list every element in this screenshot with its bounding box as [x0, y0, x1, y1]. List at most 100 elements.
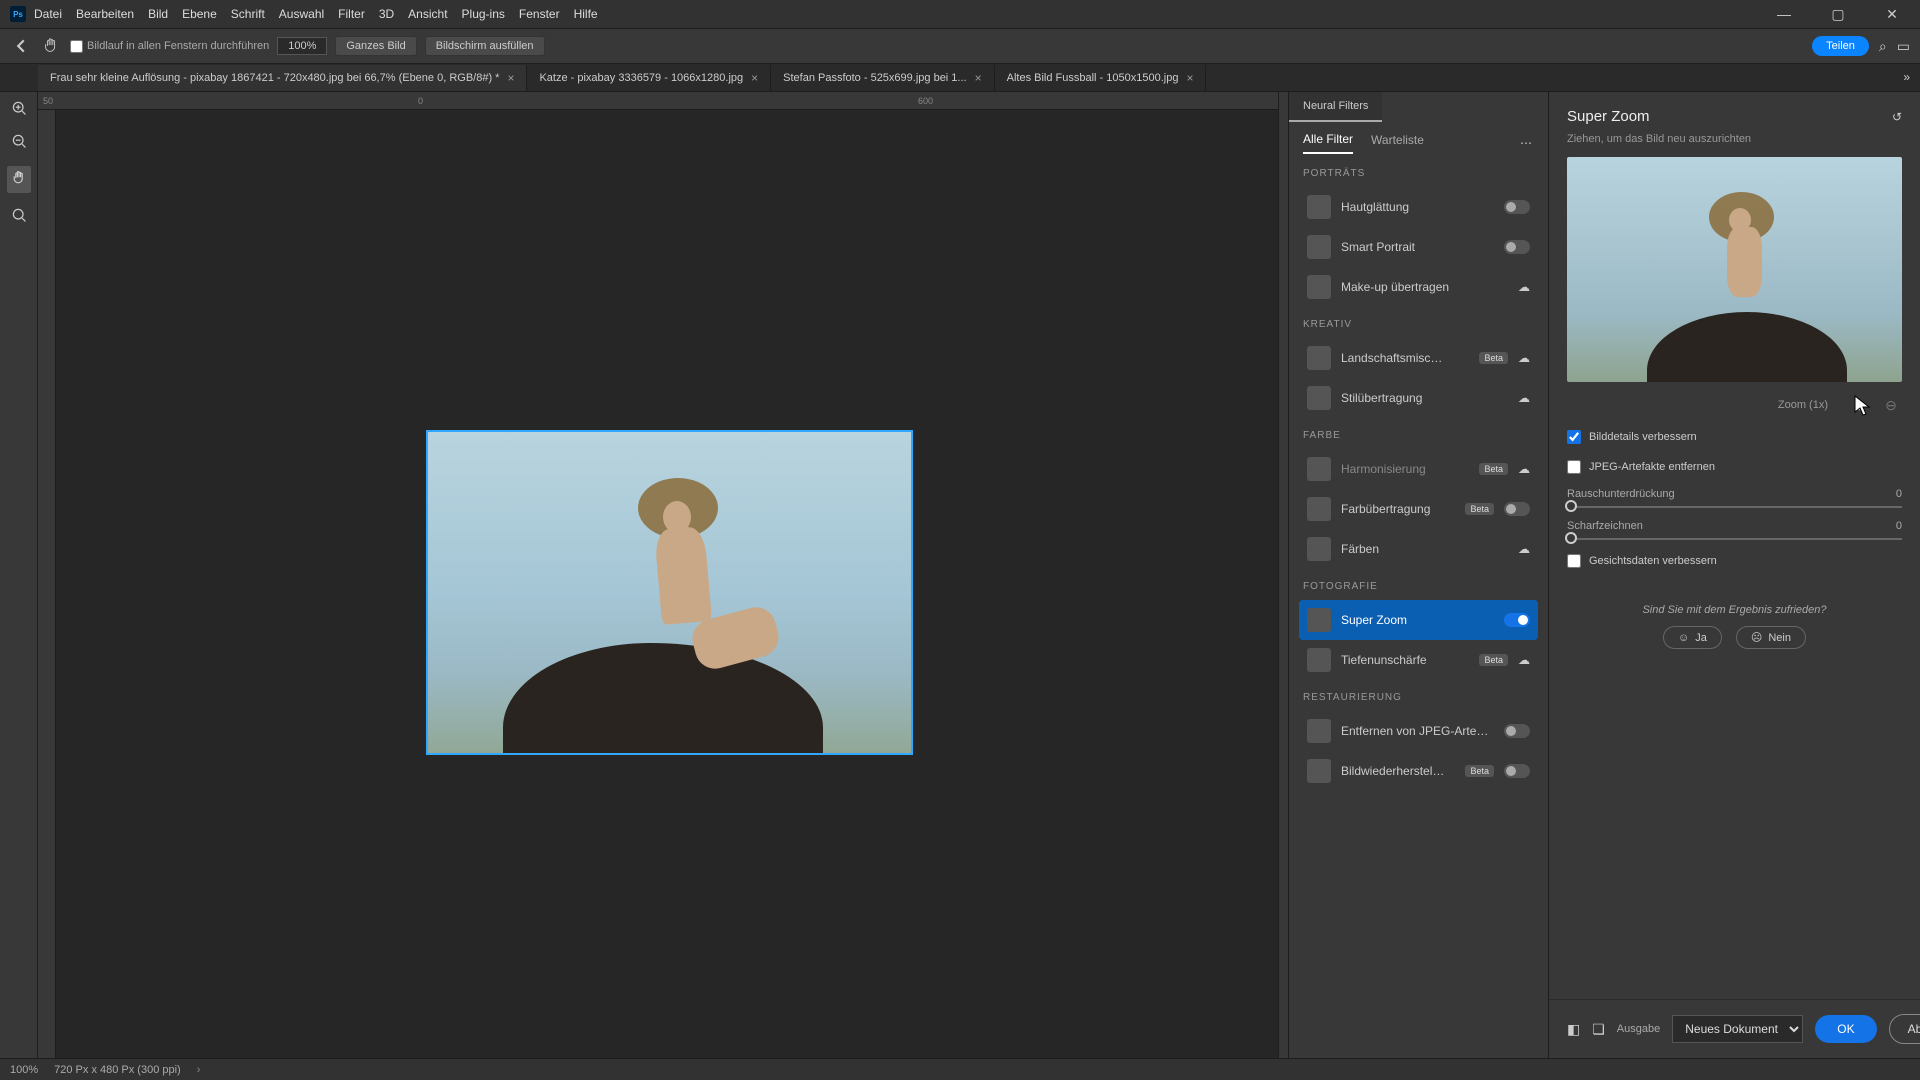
filter-style-transfer[interactable]: Stilübertragung ☁ — [1299, 378, 1538, 418]
status-menu-icon[interactable]: › — [197, 1064, 201, 1076]
tab-all-filters[interactable]: Alle Filter — [1303, 132, 1353, 154]
filter-skin-smoothing[interactable]: Hautglättung — [1299, 187, 1538, 227]
menu-datei[interactable]: Datei — [34, 7, 62, 21]
filter-label: Super Zoom — [1341, 613, 1494, 627]
filter-photo-restoration[interactable]: Bildwiederherstel…Beta — [1299, 751, 1538, 791]
menu-filter[interactable]: Filter — [338, 7, 365, 21]
menu-ansicht[interactable]: Ansicht — [408, 7, 447, 21]
feedback-no-button[interactable]: ☹Nein — [1736, 626, 1806, 649]
panel-tab-neural[interactable]: Neural Filters — [1289, 92, 1382, 122]
maximize-button[interactable]: ▢ — [1820, 6, 1856, 23]
filter-harmonization[interactable]: HarmonisierungBeta☁ — [1299, 449, 1538, 489]
home-back-button[interactable] — [10, 35, 32, 57]
enhance-face-checkbox[interactable]: Gesichtsdaten verbessern — [1549, 546, 1920, 576]
sharpen-slider[interactable]: Scharfzeichnen0 — [1549, 514, 1920, 546]
feedback-yes-button[interactable]: ☺Ja — [1663, 626, 1722, 649]
menu-auswahl[interactable]: Auswahl — [279, 7, 324, 21]
document-image[interactable] — [426, 430, 913, 755]
menu-schrift[interactable]: Schrift — [231, 7, 265, 21]
workspace-icon[interactable]: ▭ — [1897, 38, 1910, 55]
tab-waitlist[interactable]: Warteliste — [1371, 133, 1424, 153]
enhance-detail-checkbox[interactable]: Bilddetails verbessern — [1549, 422, 1920, 452]
zoom-out-button[interactable]: ⊖ — [1880, 394, 1902, 416]
filter-toggle[interactable] — [1504, 502, 1530, 516]
document-tab[interactable]: Altes Bild Fussball - 1050x1500.jpg × — [995, 65, 1207, 91]
close-tab-icon[interactable]: × — [751, 71, 758, 85]
document-tab[interactable]: Katze - pixabay 3336579 - 1066x1280.jpg× — [527, 65, 771, 91]
filter-depth-blur[interactable]: TiefenunschärfeBeta☁ — [1299, 640, 1538, 680]
close-window-button[interactable]: ✕ — [1874, 6, 1910, 23]
ok-button[interactable]: OK — [1815, 1015, 1876, 1043]
filter-toggle[interactable] — [1504, 724, 1530, 738]
cancel-button[interactable]: Abbrechen — [1889, 1014, 1920, 1044]
ruler-tick: 50 — [43, 96, 53, 106]
minimize-button[interactable]: ― — [1766, 6, 1802, 23]
filter-color-transfer[interactable]: FarbübertragungBeta — [1299, 489, 1538, 529]
tabs-overflow-icon[interactable]: » — [1903, 70, 1910, 84]
noise-reduction-slider[interactable]: Rauschunterdrückung0 — [1549, 482, 1920, 514]
menu-hilfe[interactable]: Hilfe — [574, 7, 598, 21]
slider-label: Scharfzeichnen — [1567, 520, 1643, 532]
filter-colorize[interactable]: Färben☁ — [1299, 529, 1538, 569]
menu-bild[interactable]: Bild — [148, 7, 168, 21]
compare-icon[interactable]: ◧ — [1567, 1021, 1580, 1038]
close-tab-icon[interactable]: × — [507, 71, 514, 85]
main-menu: Datei Bearbeiten Bild Ebene Schrift Ausw… — [34, 7, 598, 21]
filter-label: Stilübertragung — [1341, 391, 1508, 405]
zoom-in-button[interactable]: ⊕ — [1848, 394, 1870, 416]
zoom-preview[interactable] — [1567, 157, 1902, 382]
document-tabs: Frau sehr kleine Auflösung - pixabay 186… — [0, 64, 1920, 92]
vertical-ruler — [38, 110, 56, 1058]
filter-toggle[interactable] — [1504, 613, 1530, 627]
filter-smart-portrait[interactable]: Smart Portrait — [1299, 227, 1538, 267]
menu-bearbeiten[interactable]: Bearbeiten — [76, 7, 134, 21]
filter-landscape-mixer[interactable]: Landschaftsmisc…Beta☁ — [1299, 338, 1538, 378]
status-doc-info[interactable]: 720 Px x 480 Px (300 ppi) — [54, 1064, 181, 1076]
zoom-tool-button[interactable] — [11, 207, 27, 226]
checkbox-label: Bilddetails verbessern — [1589, 431, 1697, 443]
filter-toggle[interactable] — [1504, 240, 1530, 254]
canvas-stage[interactable] — [56, 110, 1278, 1058]
hand-tool-button[interactable] — [7, 166, 31, 193]
menu-plugins[interactable]: Plug-ins — [462, 7, 505, 21]
download-icon[interactable]: ☁ — [1518, 542, 1530, 556]
tab-label: Stefan Passfoto - 525x699.jpg bei 1... — [783, 72, 966, 84]
filter-label: Farbübertragung — [1341, 502, 1455, 516]
filter-thumb — [1307, 275, 1331, 299]
filter-makeup-transfer[interactable]: Make-up übertragen☁ — [1299, 267, 1538, 307]
remove-jpeg-checkbox[interactable]: JPEG-Artefakte entfernen — [1549, 452, 1920, 482]
zoom-in-icon[interactable] — [11, 100, 27, 119]
menu-fenster[interactable]: Fenster — [519, 7, 560, 21]
close-tab-icon[interactable]: × — [1186, 71, 1193, 85]
zoom-level-field[interactable]: 100% — [277, 37, 327, 55]
download-icon[interactable]: ☁ — [1518, 653, 1530, 667]
reset-icon[interactable]: ↺ — [1892, 110, 1902, 124]
filter-thumb — [1307, 759, 1331, 783]
fit-image-button[interactable]: Ganzes Bild — [335, 36, 416, 56]
download-icon[interactable]: ☁ — [1518, 391, 1530, 405]
document-tab[interactable]: Frau sehr kleine Auflösung - pixabay 186… — [38, 65, 527, 91]
fill-screen-button[interactable]: Bildschirm ausfüllen — [425, 36, 545, 56]
filter-super-zoom[interactable]: Super Zoom — [1299, 600, 1538, 640]
download-icon[interactable]: ☁ — [1518, 462, 1530, 476]
search-icon[interactable]: ⌕ — [1879, 38, 1887, 55]
close-tab-icon[interactable]: × — [975, 71, 982, 85]
panel-menu-icon[interactable]: ⋯ — [1520, 136, 1534, 150]
share-button[interactable]: Teilen — [1812, 36, 1869, 56]
download-icon[interactable]: ☁ — [1518, 280, 1530, 294]
status-zoom[interactable]: 100% — [10, 1064, 38, 1076]
document-tab[interactable]: Stefan Passfoto - 525x699.jpg bei 1... × — [771, 65, 994, 91]
collapsed-right-panels[interactable] — [1278, 92, 1288, 1058]
filter-toggle[interactable] — [1504, 200, 1530, 214]
menu-ebene[interactable]: Ebene — [182, 7, 217, 21]
layers-icon[interactable]: ❏ — [1592, 1021, 1605, 1038]
filter-jpeg-artifacts[interactable]: Entfernen von JPEG-Arte… — [1299, 711, 1538, 751]
output-select[interactable]: Neues Dokument — [1672, 1015, 1803, 1043]
download-icon[interactable]: ☁ — [1518, 351, 1530, 365]
zoom-out-icon[interactable] — [11, 133, 27, 152]
scroll-all-windows-checkbox[interactable]: Bildlauf in allen Fenstern durchführen — [70, 40, 269, 53]
tab-label: Altes Bild Fussball - 1050x1500.jpg — [1007, 72, 1179, 84]
menu-3d[interactable]: 3D — [379, 7, 394, 21]
filter-toggle[interactable] — [1504, 764, 1530, 778]
beta-badge: Beta — [1479, 463, 1508, 475]
